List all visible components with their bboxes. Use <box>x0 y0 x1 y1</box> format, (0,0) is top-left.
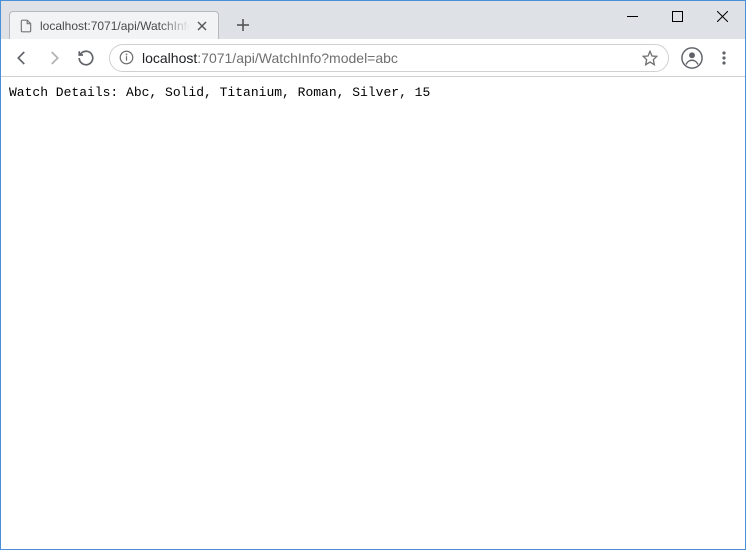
window-controls <box>610 1 745 31</box>
url-path: :7071/api/WatchInfo?model=abc <box>197 50 398 66</box>
file-icon <box>18 18 34 34</box>
site-info-icon[interactable] <box>118 50 134 66</box>
minimize-button[interactable] <box>610 1 655 31</box>
new-tab-button[interactable] <box>229 11 257 39</box>
address-bar[interactable]: localhost:7071/api/WatchInfo?model=abc <box>109 44 669 72</box>
browser-tab[interactable]: localhost:7071/api/WatchInfo?m <box>9 11 219 39</box>
forward-button[interactable] <box>39 43 69 73</box>
close-window-button[interactable] <box>700 1 745 31</box>
bookmark-star-icon[interactable] <box>642 50 658 66</box>
close-tab-button[interactable] <box>194 18 210 34</box>
url-text: localhost:7071/api/WatchInfo?model=abc <box>142 50 642 66</box>
profile-avatar-icon[interactable] <box>677 43 707 73</box>
browser-titlebar: localhost:7071/api/WatchInfo?m <box>1 1 745 39</box>
maximize-button[interactable] <box>655 1 700 31</box>
tab-strip: localhost:7071/api/WatchInfo?m <box>1 1 257 39</box>
kebab-menu-icon[interactable] <box>709 43 739 73</box>
browser-toolbar: localhost:7071/api/WatchInfo?model=abc <box>1 39 745 77</box>
tab-title: localhost:7071/api/WatchInfo?m <box>40 19 190 33</box>
page-body-text: Watch Details: Abc, Solid, Titanium, Rom… <box>1 77 745 108</box>
back-button[interactable] <box>7 43 37 73</box>
reload-button[interactable] <box>71 43 101 73</box>
url-host: localhost <box>142 50 197 66</box>
